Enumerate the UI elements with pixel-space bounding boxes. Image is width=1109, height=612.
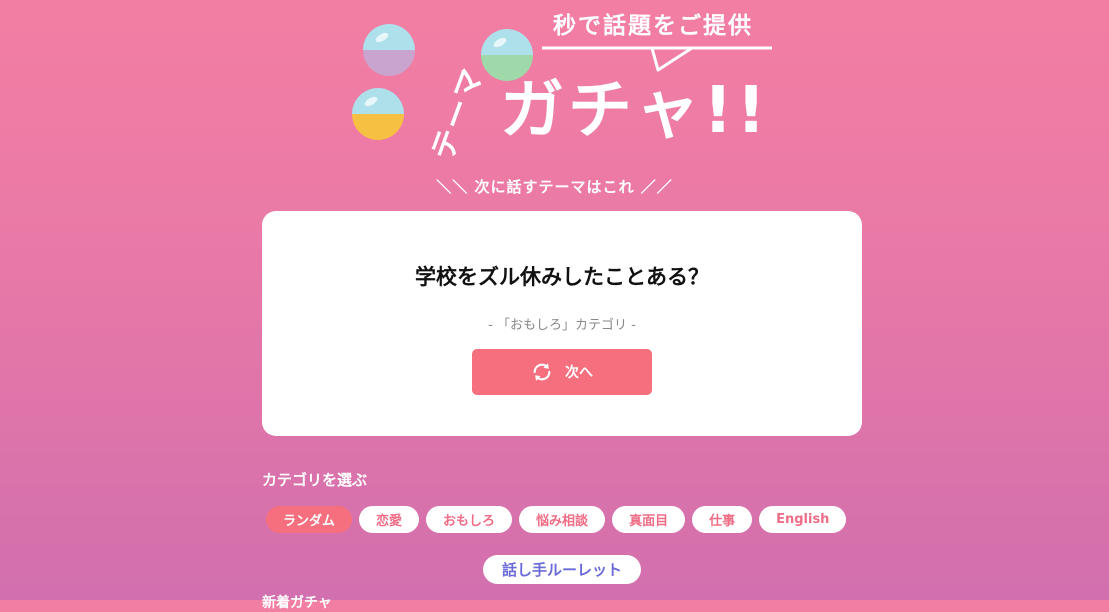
gacha-ball-yellow: [352, 88, 404, 140]
category-chip-english[interactable]: English: [759, 506, 847, 533]
category-section-title: カテゴリを選ぶ: [262, 471, 368, 489]
category-chip-random[interactable]: ランダム: [266, 506, 353, 533]
category-chip-love[interactable]: 恋愛: [359, 506, 420, 533]
section-subhead: ＼＼ 次に話すテーマはこれ ／／: [436, 178, 673, 196]
next-button-label: 次へ: [565, 364, 593, 380]
category-chip-serious[interactable]: 真面目: [612, 506, 686, 533]
category-chip-work[interactable]: 仕事: [692, 506, 753, 533]
logo-tagline: 秒で話題をご提供: [553, 13, 753, 39]
gacha-ball-purple: [363, 24, 415, 76]
new-gacha-heading: 新着ガチャ: [262, 595, 332, 611]
theme-category-note: - 「おもしろ」カテゴリ -: [488, 318, 636, 333]
speech-bubble-line: [542, 46, 772, 72]
next-button[interactable]: 次へ: [472, 349, 652, 395]
logo-theme-word: テーマ: [425, 62, 492, 165]
speaker-roulette-button[interactable]: 話し手ルーレット: [483, 555, 641, 584]
logo-gacha-word: ガチャ!!: [500, 74, 770, 148]
category-chip-funny[interactable]: おもしろ: [426, 506, 513, 533]
category-chip-advice[interactable]: 悩み相談: [519, 506, 606, 533]
refresh-icon: [533, 363, 551, 381]
theme-question: 学校をズル休みしたことある？: [415, 265, 709, 289]
category-chips: ランダム 恋愛 おもしろ 悩み相談 真面目 仕事 English: [266, 506, 847, 533]
theme-card: 学校をズル休みしたことある？ - 「おもしろ」カテゴリ - 次へ: [262, 211, 862, 436]
